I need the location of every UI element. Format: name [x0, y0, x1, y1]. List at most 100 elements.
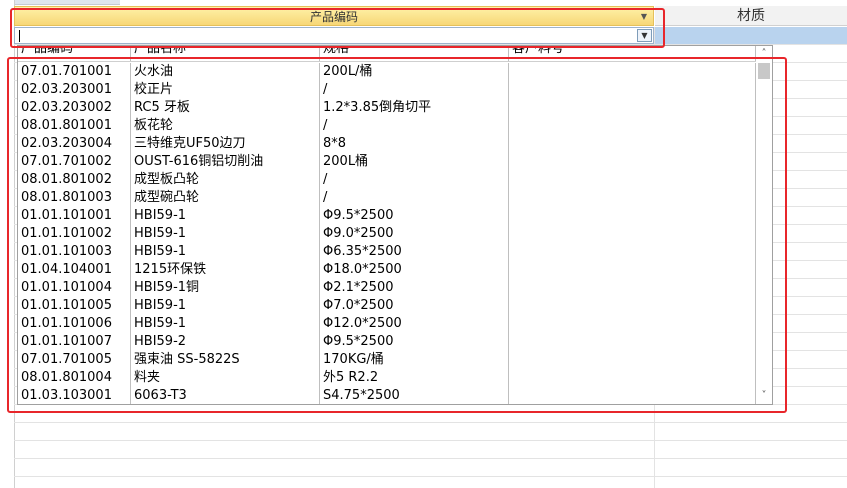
cell-product-code: 01.01.101001 — [18, 207, 131, 225]
vertical-scrollbar[interactable]: ˄ ˅ — [756, 46, 772, 404]
cell-customer-part-no — [509, 297, 756, 315]
list-item[interactable]: 01.03.103001 6063-T3 S4.75*2500 — [18, 387, 756, 404]
cell-customer-part-no — [509, 351, 756, 369]
cell-spec: Φ2.1*2500 — [320, 279, 509, 297]
list-item[interactable]: 08.01.801003 成型碗凸轮 / — [18, 189, 756, 207]
list-item[interactable]: 01.01.101005 HBI59-1 Φ7.0*2500 — [18, 297, 756, 315]
list-item[interactable]: 02.03.203001 校正片 / — [18, 81, 756, 99]
scroll-up-icon[interactable]: ˄ — [756, 47, 772, 61]
chevron-down-icon[interactable]: ▼ — [637, 29, 652, 42]
cell-product-name: OUST-616铜铝切削油 — [131, 153, 320, 171]
filter-arrow-icon[interactable]: ▼ — [641, 7, 647, 27]
cell-customer-part-no — [509, 135, 756, 153]
cell-customer-part-no — [509, 279, 756, 297]
text-cursor — [19, 30, 20, 42]
scroll-thumb[interactable] — [758, 63, 770, 79]
cell-spec: 8*8 — [320, 135, 509, 153]
filter-input[interactable] — [18, 29, 628, 42]
scroll-down-icon[interactable]: ˅ — [756, 389, 772, 403]
cell-spec: / — [320, 189, 509, 207]
grid-line — [14, 422, 847, 423]
dropdown-list[interactable]: 产品编码 产品名称 规格 客户料号 07.01.701001 火水油 200L/桶 0… — [17, 45, 773, 405]
cell-product-name: HBI59-1 — [131, 297, 320, 315]
grid-line — [14, 440, 847, 441]
cell-spec: Φ18.0*2500 — [320, 261, 509, 279]
cell-spec: Φ9.5*2500 — [320, 207, 509, 225]
cell-customer-part-no — [509, 315, 756, 333]
cell-spec: 170KG/桶 — [320, 351, 509, 369]
cell-product-name: RC5 牙板 — [131, 99, 320, 117]
cell-product-name: 成型碗凸轮 — [131, 189, 320, 207]
cell-customer-part-no — [509, 207, 756, 225]
cell-spec: 1.2*3.85倒角切平 — [320, 99, 509, 117]
list-item[interactable]: 01.01.101001 HBI59-1 Φ9.5*2500 — [18, 207, 756, 225]
cell-spec: Φ12.0*2500 — [320, 315, 509, 333]
list-item[interactable]: 01.01.101002 HBI59-1 Φ9.0*2500 — [18, 225, 756, 243]
cell-product-name: 板花轮 — [131, 117, 320, 135]
cell-customer-part-no — [509, 333, 756, 351]
cell-product-code: 07.01.701005 — [18, 351, 131, 369]
cell-customer-part-no — [509, 171, 756, 189]
cell-product-code: 01.01.101003 — [18, 243, 131, 261]
list-item[interactable]: 01.01.101006 HBI59-1 Φ12.0*2500 — [18, 315, 756, 333]
cell-product-name: 三特维克UF50边刀 — [131, 135, 320, 153]
list-item[interactable]: 02.03.203004 三特维克UF50边刀 8*8 — [18, 135, 756, 153]
cell-product-code: 07.01.701001 — [18, 63, 131, 81]
grid-line — [14, 458, 847, 459]
cell-customer-part-no — [509, 63, 756, 81]
list-item[interactable]: 01.01.101003 HBI59-1 Φ6.35*2500 — [18, 243, 756, 261]
cell-spec: S4.75*2500 — [320, 387, 509, 404]
cell-customer-part-no — [509, 117, 756, 135]
column-header-material[interactable]: 材质 — [655, 6, 847, 26]
cell-product-name: 1215环保铁 — [131, 261, 320, 279]
list-column-header: 客户料号 — [509, 46, 756, 61]
list-item[interactable]: 01.01.101004 HBI59-1铜 Φ2.1*2500 — [18, 279, 756, 297]
list-item[interactable]: 07.01.701001 火水油 200L/桶 — [18, 63, 756, 81]
cell-product-name: 6063-T3 — [131, 387, 320, 404]
cell-customer-part-no — [509, 243, 756, 261]
cell-spec: Φ6.35*2500 — [320, 243, 509, 261]
cell-customer-part-no — [509, 153, 756, 171]
cell-product-code: 08.01.801001 — [18, 117, 131, 135]
column-header-product-code[interactable]: 产品编码 ▼ — [14, 6, 654, 26]
list-item[interactable]: 01.01.101007 HBI59-2 Φ9.5*2500 — [18, 333, 756, 351]
grid-line — [14, 476, 847, 477]
list-item[interactable]: 01.04.104001 1215环保铁 Φ18.0*2500 — [18, 261, 756, 279]
cell-customer-part-no — [509, 369, 756, 387]
cell-product-name: 成型板凸轮 — [131, 171, 320, 189]
cell-spec: 外5 R2.2 — [320, 369, 509, 387]
window-top-strip — [0, 0, 120, 5]
cell-spec: 200L/桶 — [320, 63, 509, 81]
list-item[interactable]: 07.01.701002 OUST-616铜铝切削油 200L桶 — [18, 153, 756, 171]
list-item[interactable]: 02.03.203002 RC5 牙板 1.2*3.85倒角切平 — [18, 99, 756, 117]
cell-product-code: 01.01.101006 — [18, 315, 131, 333]
list-item[interactable]: 08.01.801004 料夹 外5 R2.2 — [18, 369, 756, 387]
list-item[interactable]: 08.01.801001 板花轮 / — [18, 117, 756, 135]
list-item[interactable]: 08.01.801002 成型板凸轮 / — [18, 171, 756, 189]
cell-customer-part-no — [509, 189, 756, 207]
list-column-header: 产品编码 — [18, 46, 131, 61]
cell-customer-part-no — [509, 261, 756, 279]
cell-customer-part-no — [509, 387, 756, 404]
cell-customer-part-no — [509, 225, 756, 243]
cell-product-code: 01.01.101002 — [18, 225, 131, 243]
cell-spec: Φ9.5*2500 — [320, 333, 509, 351]
column-header-label: 材质 — [737, 8, 765, 24]
cell-product-name: HBI59-2 — [131, 333, 320, 351]
cell-product-name: HBI59-1铜 — [131, 279, 320, 297]
cell-spec: / — [320, 171, 509, 189]
cell-product-name: HBI59-1 — [131, 225, 320, 243]
filter-combobox[interactable]: ▼ — [14, 27, 654, 44]
cell-product-code: 07.01.701002 — [18, 153, 131, 171]
cell-customer-part-no — [509, 99, 756, 117]
cell-spec: 200L桶 — [320, 153, 509, 171]
cell-customer-part-no — [509, 81, 756, 99]
cell-spec: / — [320, 117, 509, 135]
cell-product-name: HBI59-1 — [131, 207, 320, 225]
cell-product-name: HBI59-1 — [131, 315, 320, 333]
cell-product-code: 01.01.101007 — [18, 333, 131, 351]
cell-product-code: 01.03.103001 — [18, 387, 131, 404]
list-column-header: 产品名称 — [131, 46, 320, 61]
cell-spec: / — [320, 81, 509, 99]
list-item[interactable]: 07.01.701005 强束油 SS-5822S 170KG/桶 — [18, 351, 756, 369]
